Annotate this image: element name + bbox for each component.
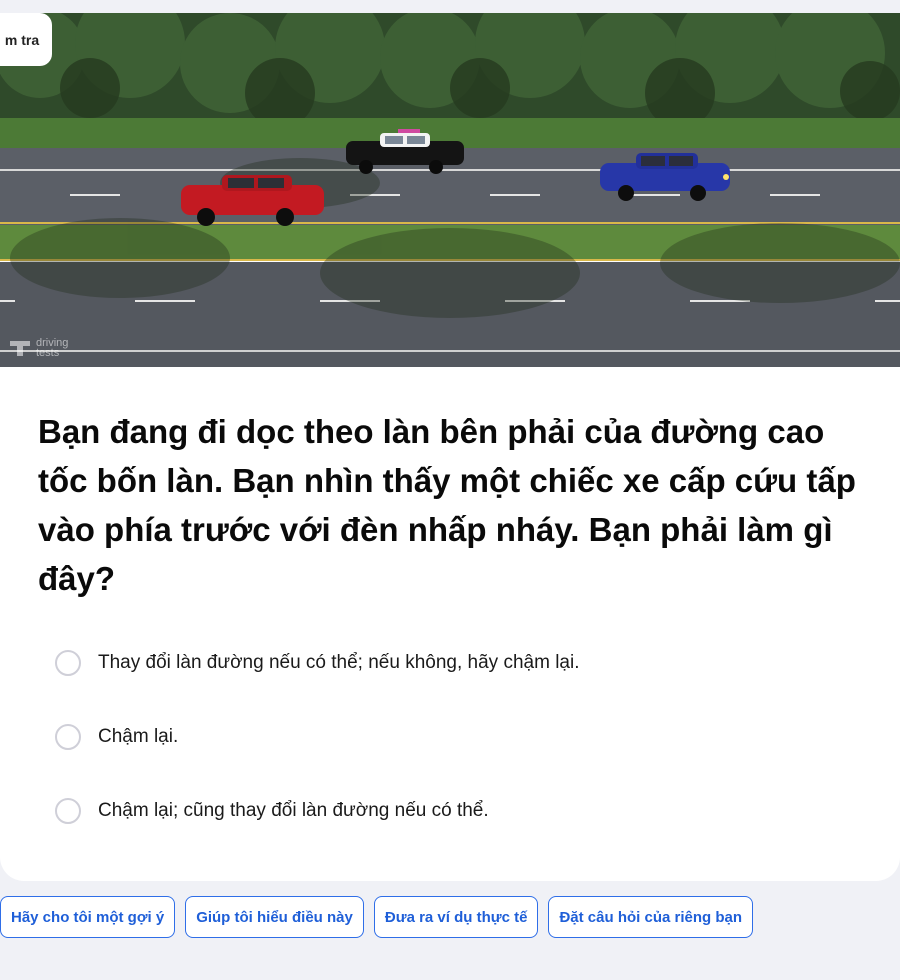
answer-option-label: Chậm lại; cũng thay đổi làn đường nếu có… bbox=[98, 800, 489, 821]
explain-chip-button[interactable]: Giúp tôi hiểu điều này bbox=[185, 896, 364, 938]
suggestion-chips: Hãy cho tôi một gợi ý Giúp tôi hiểu điều… bbox=[0, 896, 754, 938]
watermark: driving tests bbox=[8, 336, 72, 360]
question-card: m tra driving tests Bạn đang đi dọc theo… bbox=[0, 13, 900, 881]
check-badge[interactable]: m tra bbox=[0, 13, 52, 66]
radio-button[interactable] bbox=[55, 650, 81, 676]
answer-option-label: Chậm lại. bbox=[98, 726, 179, 747]
question-text: Bạn đang đi dọc theo làn bên phải của đư… bbox=[38, 413, 856, 597]
check-badge-label: m tra bbox=[4, 31, 40, 48]
example-chip-button[interactable]: Đưa ra ví dụ thực tế bbox=[373, 896, 539, 938]
hint-chip-button[interactable]: Hãy cho tôi một gợi ý bbox=[0, 896, 176, 938]
answer-option-3[interactable]: Chậm lại; cũng thay đổi làn đường nếu có… bbox=[55, 797, 489, 825]
radio-button[interactable] bbox=[55, 724, 81, 750]
ask-question-chip-button[interactable]: Đặt câu hỏi của riêng bạn bbox=[548, 896, 754, 938]
answer-option-2[interactable]: Chậm lại. bbox=[55, 723, 178, 751]
answer-option-label: Thay đổi làn đường nếu có thể; nếu không… bbox=[98, 652, 580, 673]
radio-button[interactable] bbox=[55, 798, 81, 824]
driving-tests-logo-icon bbox=[10, 341, 30, 356]
watermark-text: driving tests bbox=[36, 337, 69, 359]
answer-option-1[interactable]: Thay đổi làn đường nếu có thể; nếu không… bbox=[55, 649, 580, 677]
road-scene-image bbox=[0, 13, 900, 367]
